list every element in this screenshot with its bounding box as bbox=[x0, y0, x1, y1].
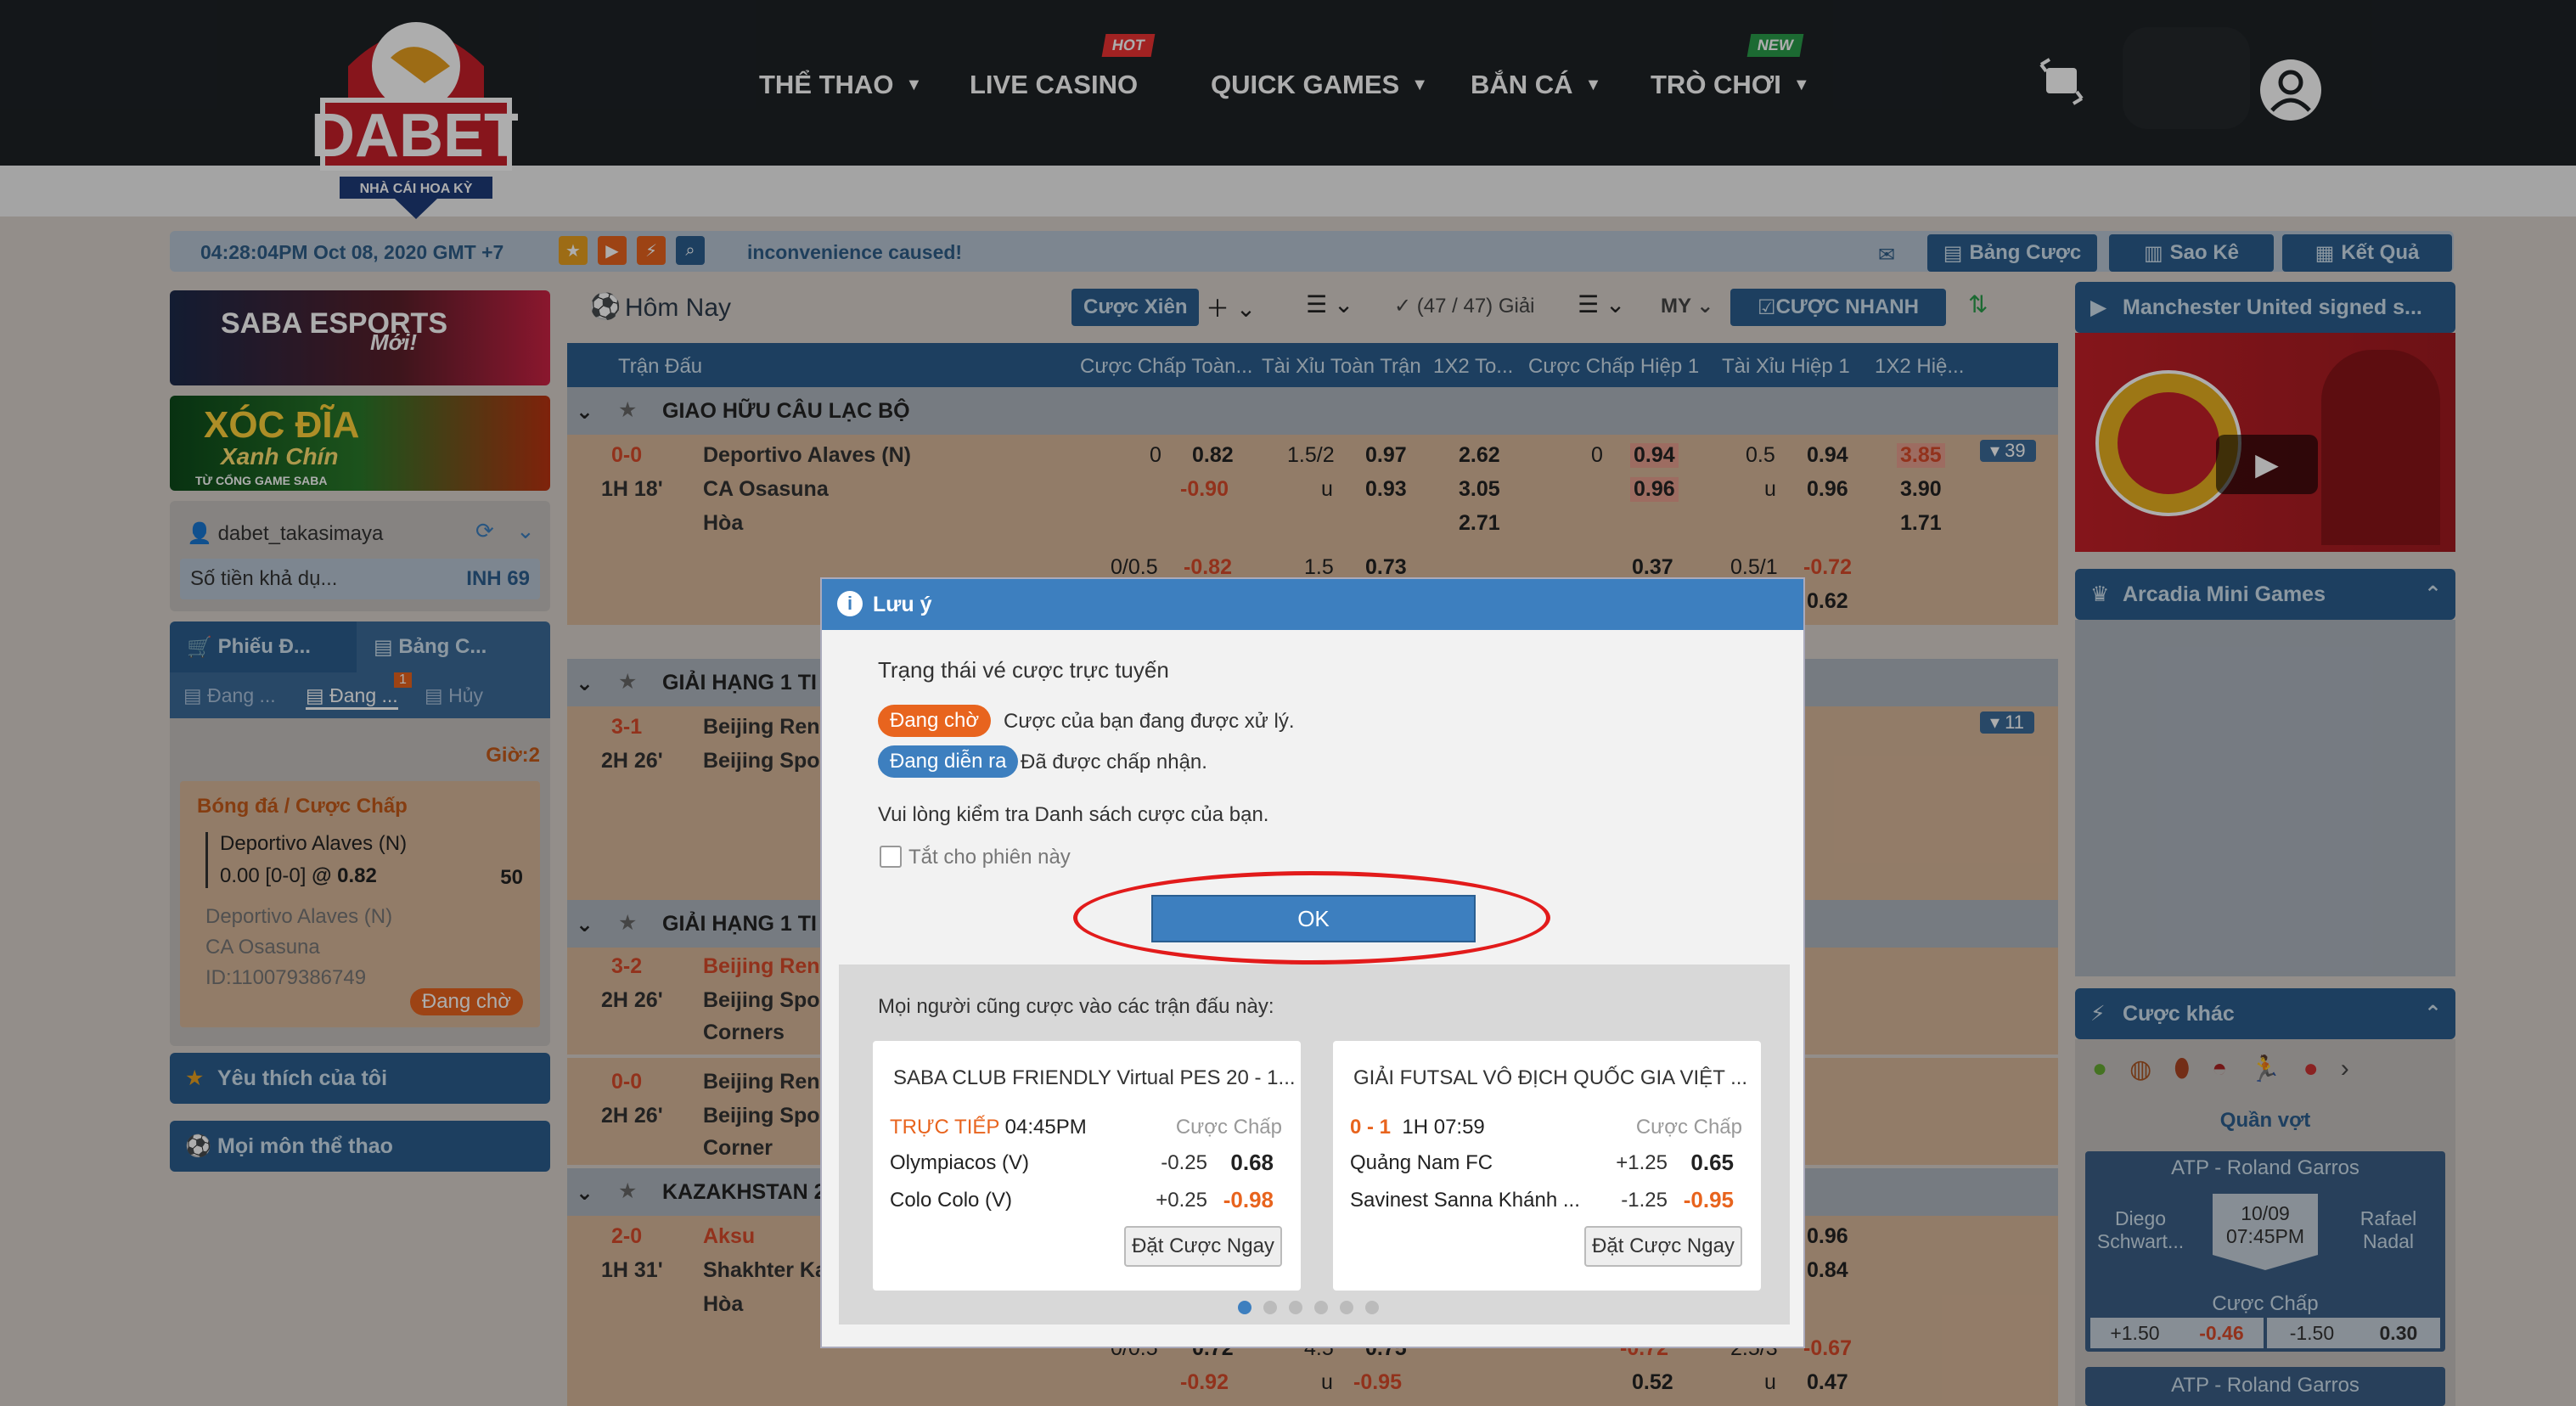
info-icon: i bbox=[837, 591, 863, 616]
notice-modal: i Lưu ý Trạng thái vé cược trực tuyến Đa… bbox=[820, 577, 1805, 1348]
modal-header: i Lưu ý bbox=[822, 579, 1803, 630]
status-running-badge: Đang diễn ra bbox=[878, 745, 1019, 778]
carousel-dot[interactable] bbox=[1314, 1301, 1328, 1314]
status-pending-badge: Đang chờ bbox=[878, 705, 992, 737]
bet-now-button[interactable]: Đặt Cược Ngay bbox=[1124, 1226, 1282, 1267]
carousel-dot[interactable] bbox=[1289, 1301, 1302, 1314]
carousel-dot[interactable] bbox=[1238, 1301, 1251, 1314]
carousel-dots bbox=[1238, 1301, 1379, 1314]
carousel-dot[interactable] bbox=[1365, 1301, 1379, 1314]
highlight-ring bbox=[1073, 871, 1550, 965]
bet-now-button[interactable]: Đặt Cược Ngay bbox=[1584, 1226, 1742, 1267]
suggested-matches: Mọi người cũng cược vào các trận đấu này… bbox=[839, 965, 1790, 1324]
suggest-card[interactable]: GIẢI FUTSAL VÔ ĐỊCH QUỐC GIA VIỆT ... 0 … bbox=[1333, 1041, 1761, 1291]
suggest-card[interactable]: SABA CLUB FRIENDLY Virtual PES 20 - 1...… bbox=[873, 1041, 1301, 1291]
carousel-dot[interactable] bbox=[1340, 1301, 1353, 1314]
dont-show-checkbox[interactable] bbox=[880, 846, 902, 868]
modal-heading: Trạng thái vé cược trực tuyến bbox=[878, 657, 1169, 683]
carousel-dot[interactable] bbox=[1263, 1301, 1277, 1314]
